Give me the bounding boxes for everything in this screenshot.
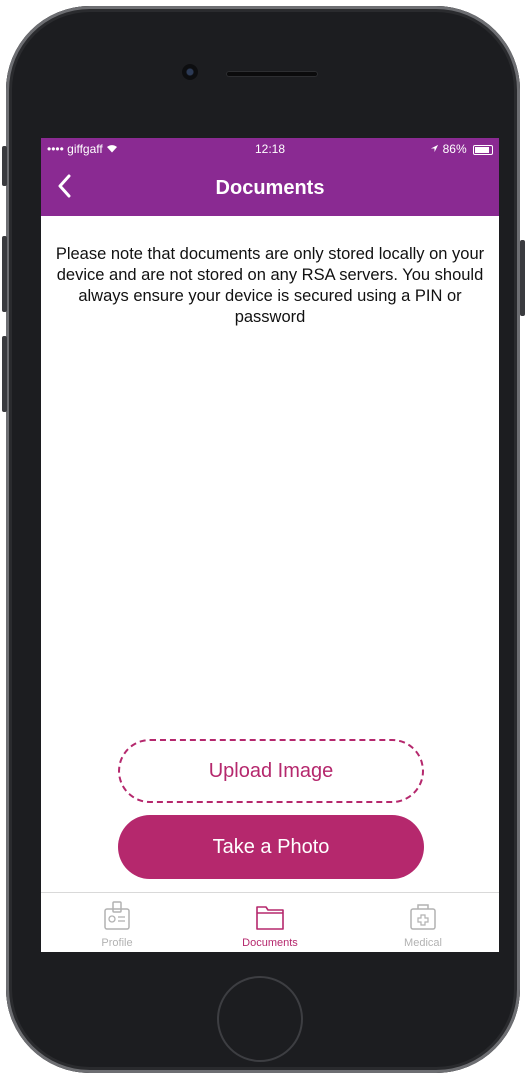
tab-label: Medical <box>404 937 442 949</box>
volume-down-button <box>2 336 7 412</box>
storage-notice-text: Please note that documents are only stor… <box>55 245 485 326</box>
location-icon <box>430 142 442 156</box>
power-button <box>520 240 525 316</box>
app-screen: •••• giffgaff 12:18 86% Documents Please… <box>41 138 499 952</box>
status-right-group: 86% <box>430 142 493 156</box>
navigation-bar: Documents <box>41 160 499 216</box>
tab-medical[interactable]: Medical <box>347 893 499 952</box>
front-camera <box>182 64 198 80</box>
battery-percent: 86% <box>442 142 467 156</box>
take-photo-button[interactable]: Take a Photo <box>118 815 424 879</box>
tab-bar: Profile Documents Medical <box>41 892 499 952</box>
page-title: Documents <box>215 177 325 199</box>
tab-label: Profile <box>101 937 133 949</box>
volume-up-button <box>2 236 7 312</box>
tab-profile[interactable]: Profile <box>41 893 193 952</box>
mute-switch <box>2 146 7 186</box>
tab-label: Documents <box>242 937 298 949</box>
status-bar: •••• giffgaff 12:18 86% <box>41 138 499 160</box>
home-button[interactable] <box>217 976 303 1062</box>
tab-documents[interactable]: Documents <box>194 893 346 952</box>
battery-icon <box>473 144 493 155</box>
upload-image-button[interactable]: Upload Image <box>118 739 424 803</box>
earpiece-speaker <box>226 71 318 77</box>
